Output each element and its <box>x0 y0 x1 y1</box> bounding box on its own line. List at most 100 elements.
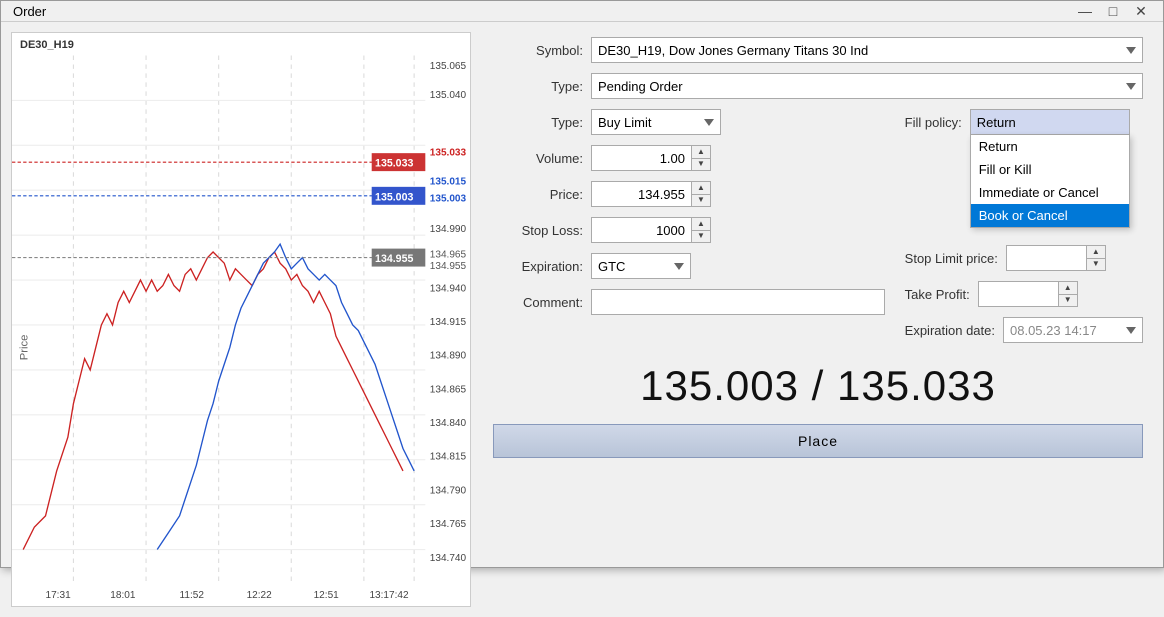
volume-down-button[interactable]: ▼ <box>692 159 710 171</box>
svg-text:134.890: 134.890 <box>430 351 467 362</box>
take-profit-row: Take Profit: ▲ ▼ <box>905 280 1143 308</box>
svg-text:134.965: 134.965 <box>430 250 467 261</box>
comment-row: Comment: <box>493 288 885 316</box>
svg-text:134.955: 134.955 <box>375 253 413 265</box>
svg-text:134.865: 134.865 <box>430 384 467 395</box>
price-separator: / <box>812 362 837 409</box>
left-column: Type: Buy Limit Volume: ▲ ▼ <box>493 108 885 316</box>
take-profit-up-button[interactable]: ▲ <box>1059 282 1077 295</box>
fill-option-immediate-or-cancel[interactable]: Immediate or Cancel <box>971 181 1129 204</box>
buy-limit-select[interactable]: Buy Limit <box>591 109 721 135</box>
stop-loss-input-group: ▲ ▼ <box>591 217 711 243</box>
stop-limit-label: Stop Limit price: <box>905 251 998 266</box>
price-input-group: ▲ ▼ <box>591 181 711 207</box>
take-profit-label: Take Profit: <box>905 287 970 302</box>
svg-text:135.065: 135.065 <box>430 61 467 72</box>
price-chart: 135.033 135.003 134.955 135.065 135.040 … <box>12 33 470 606</box>
stop-limit-spin-buttons: ▲ ▼ <box>1086 245 1106 271</box>
price-up-button[interactable]: ▲ <box>692 182 710 195</box>
svg-text:134.955: 134.955 <box>430 261 467 272</box>
chart-symbol-label: DE30_H19 <box>20 39 74 51</box>
fill-policy-dropdown-menu: Return Fill or Kill Immediate or Cancel … <box>970 135 1130 228</box>
svg-text:134.790: 134.790 <box>430 485 467 496</box>
content-area: DE30_H19 <box>1 22 1163 617</box>
take-profit-spin-buttons: ▲ ▼ <box>1058 281 1078 307</box>
order-type-label: Type: <box>493 115 583 130</box>
svg-text:12:51: 12:51 <box>314 590 340 601</box>
window-title: Order <box>13 4 46 19</box>
ask-price: 135.033 <box>837 362 996 409</box>
fill-policy-select[interactable]: Return <box>970 109 1130 135</box>
bid-price: 135.003 <box>640 362 799 409</box>
price-display: 135.003 / 135.033 <box>493 352 1143 416</box>
svg-text:134.915: 134.915 <box>430 317 467 328</box>
stop-limit-row: Stop Limit price: ▲ ▼ <box>905 244 1143 272</box>
window-controls: — □ ✕ <box>1075 1 1151 21</box>
stop-loss-label: Stop Loss: <box>493 223 583 238</box>
svg-text:135.033: 135.033 <box>430 147 467 158</box>
svg-text:17:31: 17:31 <box>46 590 72 601</box>
stop-loss-up-button[interactable]: ▲ <box>692 218 710 231</box>
svg-text:135.003: 135.003 <box>375 191 413 203</box>
close-button[interactable]: ✕ <box>1131 1 1151 21</box>
stop-loss-spin-buttons: ▲ ▼ <box>691 217 711 243</box>
symbol-dropdown-container: DE30_H19, Dow Jones Germany Titans 30 In… <box>591 37 1143 63</box>
svg-text:13:17:42: 13:17:42 <box>369 590 409 601</box>
svg-text:135.033: 135.033 <box>375 158 413 170</box>
svg-text:11:52: 11:52 <box>180 590 205 601</box>
svg-text:134.765: 134.765 <box>430 519 467 530</box>
mid-section: Type: Buy Limit Volume: ▲ ▼ <box>493 108 1143 344</box>
maximize-button[interactable]: □ <box>1103 1 1123 21</box>
expiration-date-row: Expiration date: 08.05.23 14:17 <box>905 316 1143 344</box>
volume-up-button[interactable]: ▲ <box>692 146 710 159</box>
stop-limit-up-button[interactable]: ▲ <box>1087 246 1105 259</box>
take-profit-input-group: ▲ ▼ <box>978 281 1078 307</box>
fill-option-fill-or-kill[interactable]: Fill or Kill <box>971 158 1129 181</box>
volume-input[interactable] <box>591 145 691 171</box>
svg-text:134.940: 134.940 <box>430 283 467 294</box>
buy-limit-row: Type: Buy Limit <box>493 108 885 136</box>
svg-text:135.015: 135.015 <box>430 177 467 188</box>
expiration-select[interactable]: GTC <box>591 253 691 279</box>
comment-input[interactable] <box>591 289 885 315</box>
svg-text:135.040: 135.040 <box>430 90 467 101</box>
stop-loss-down-button[interactable]: ▼ <box>692 231 710 243</box>
symbol-select[interactable]: DE30_H19, Dow Jones Germany Titans 30 In… <box>591 37 1143 63</box>
take-profit-down-button[interactable]: ▼ <box>1059 295 1077 307</box>
expiration-date-dropdown: 08.05.23 14:17 <box>1003 317 1143 343</box>
type-dropdown-container: Pending Order <box>591 73 1143 99</box>
expiration-label: Expiration: <box>493 259 583 274</box>
place-button[interactable]: Place <box>493 424 1143 458</box>
stop-limit-down-button[interactable]: ▼ <box>1087 259 1105 271</box>
svg-text:135.003: 135.003 <box>430 193 467 204</box>
volume-row: Volume: ▲ ▼ <box>493 144 885 172</box>
order-window: Order — □ ✕ DE30_H19 <box>0 0 1164 568</box>
svg-text:18:01: 18:01 <box>110 590 136 601</box>
svg-text:12:22: 12:22 <box>247 590 273 601</box>
price-row: Price: ▲ ▼ <box>493 180 885 208</box>
stop-limit-input-group: ▲ ▼ <box>1006 245 1106 271</box>
expiration-date-select[interactable]: 08.05.23 14:17 <box>1003 317 1143 343</box>
take-profit-input[interactable] <box>978 281 1058 307</box>
fill-option-book-or-cancel[interactable]: Book or Cancel <box>971 204 1129 227</box>
fill-option-return[interactable]: Return <box>971 135 1129 158</box>
volume-label: Volume: <box>493 151 583 166</box>
svg-text:134.840: 134.840 <box>430 418 467 429</box>
price-down-button[interactable]: ▼ <box>692 195 710 207</box>
type-select[interactable]: Pending Order <box>591 73 1143 99</box>
stop-limit-input[interactable] <box>1006 245 1086 271</box>
comment-label: Comment: <box>493 295 583 310</box>
form-panel: Symbol: DE30_H19, Dow Jones Germany Tita… <box>483 32 1153 607</box>
right-column: Fill policy: Return Return Fill or Kill … <box>905 108 1143 344</box>
price-input[interactable] <box>591 181 691 207</box>
stop-loss-input[interactable] <box>591 217 691 243</box>
expiration-row: Expiration: GTC <box>493 252 885 280</box>
fill-policy-dropdown-container: Return Return Fill or Kill Immediate or … <box>970 109 1130 135</box>
svg-text:Price: Price <box>19 335 31 361</box>
svg-text:134.740: 134.740 <box>430 553 467 564</box>
minimize-button[interactable]: — <box>1075 1 1095 21</box>
order-type-row: Type: Pending Order <box>493 72 1143 100</box>
symbol-row: Symbol: DE30_H19, Dow Jones Germany Tita… <box>493 36 1143 64</box>
title-bar: Order — □ ✕ <box>1 1 1163 22</box>
price-spin-buttons: ▲ ▼ <box>691 181 711 207</box>
